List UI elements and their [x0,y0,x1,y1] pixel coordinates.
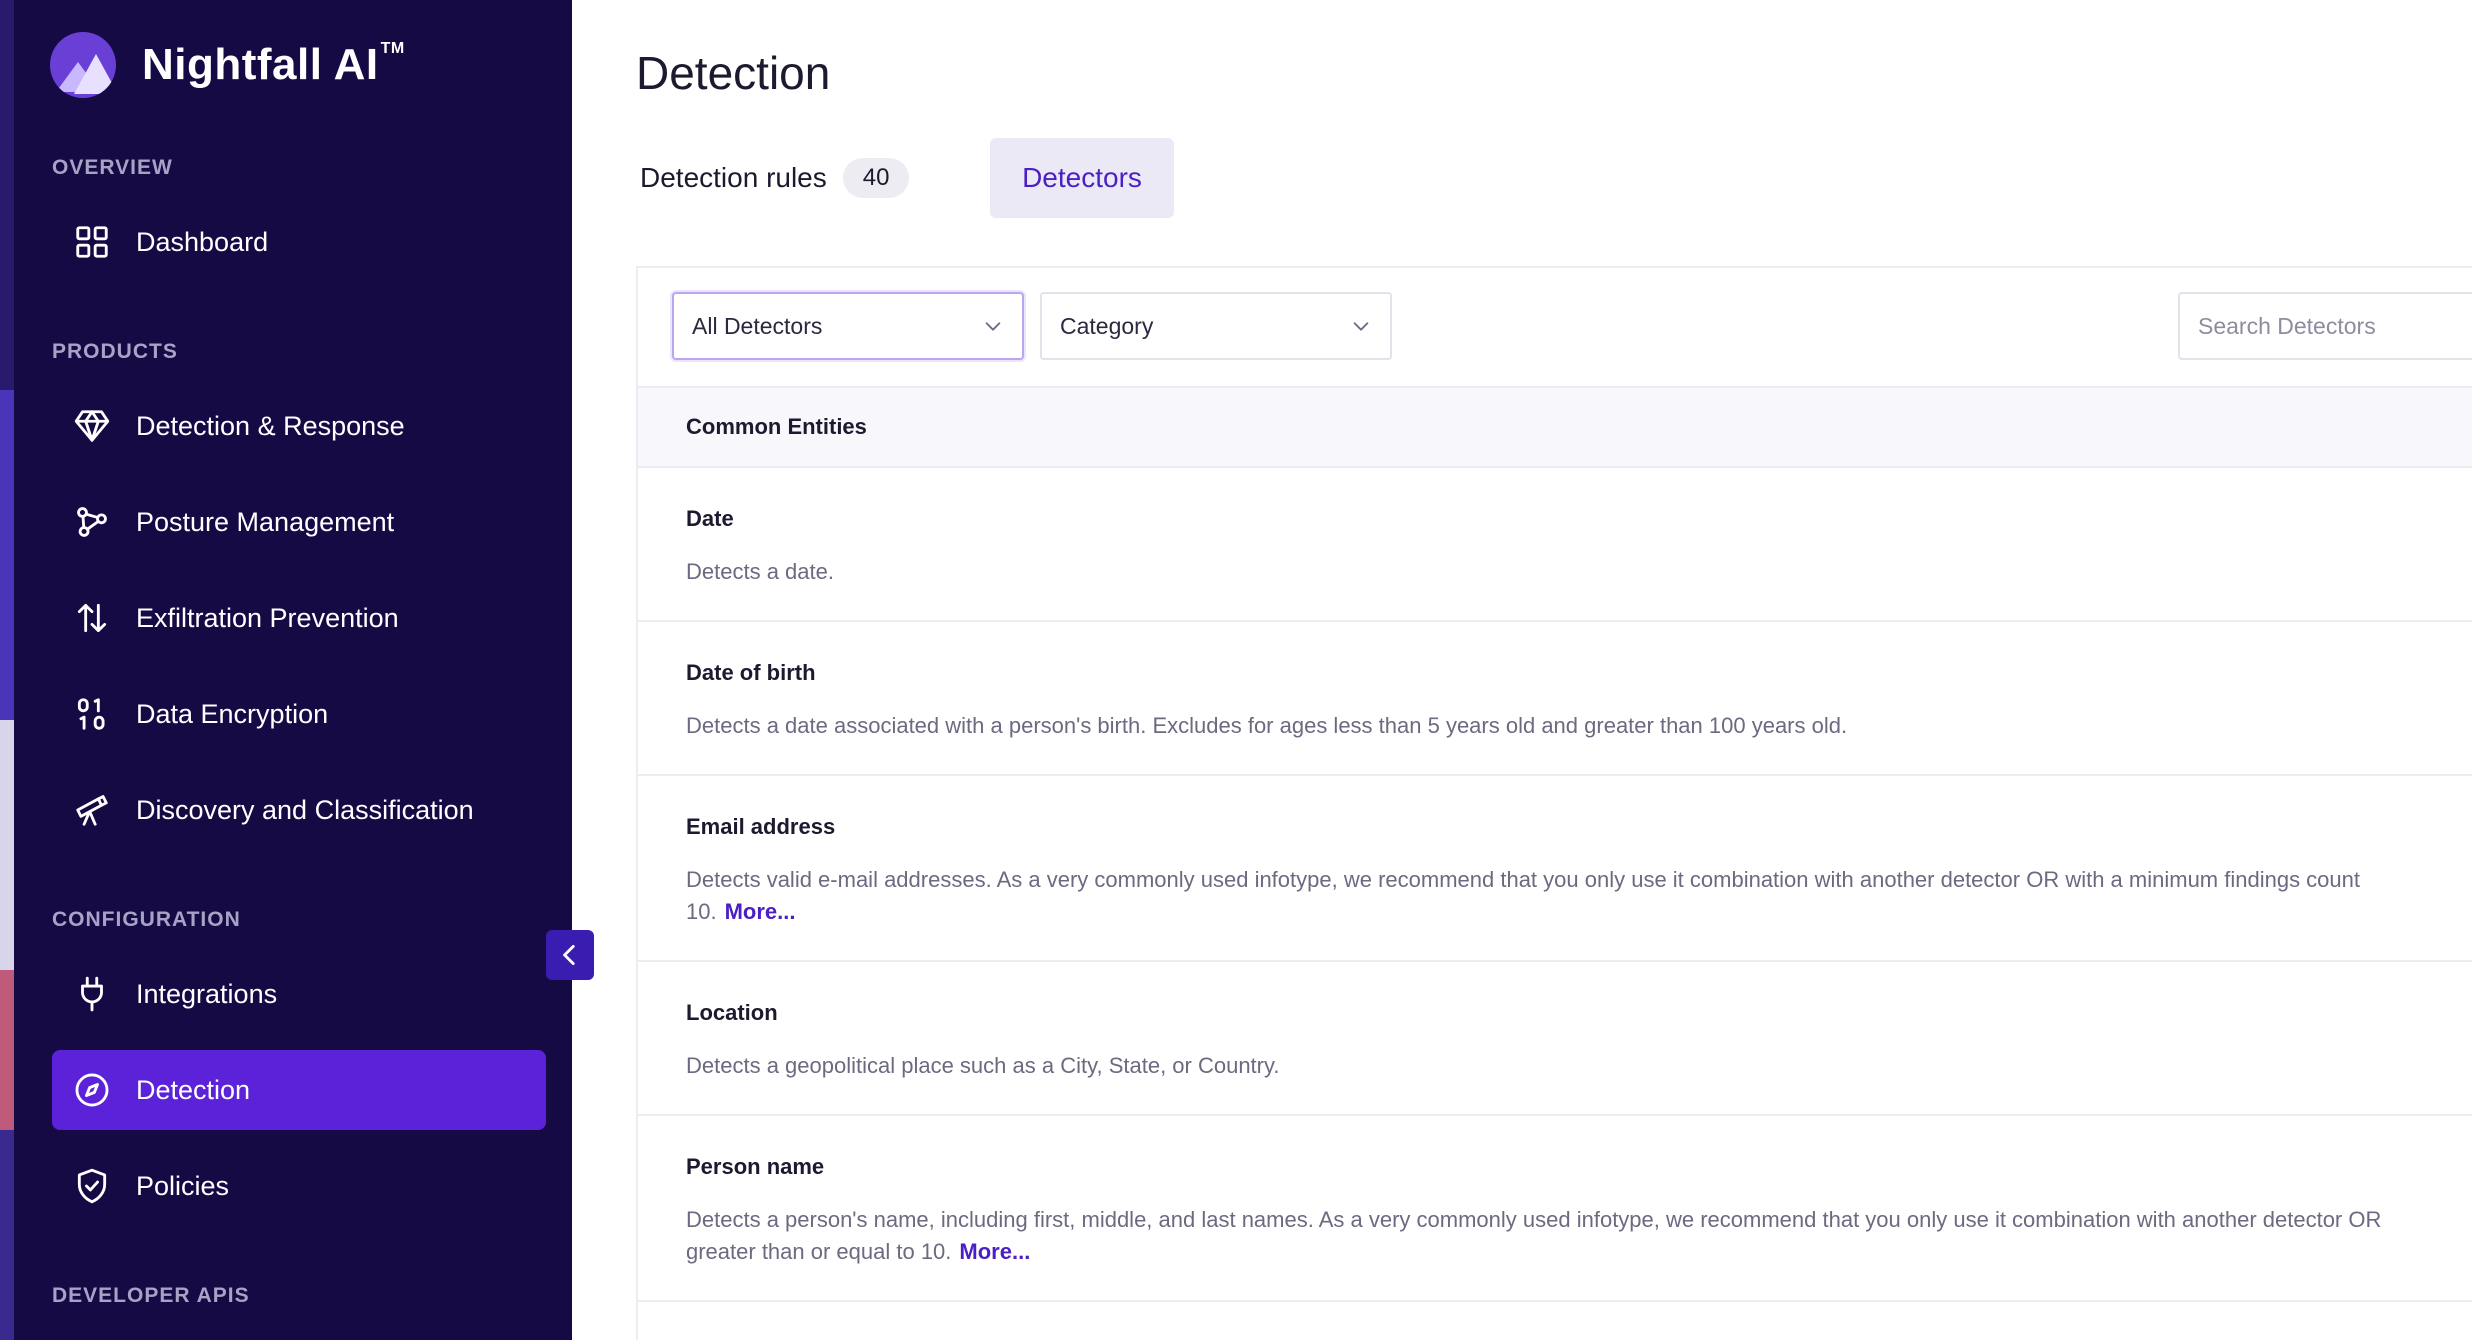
sidebar-item-label: Dashboard [136,226,269,257]
search-detectors-input[interactable] [2198,312,2472,340]
detector-description: Detects a date. [686,559,834,584]
sidebar-item-dashboard[interactable]: Dashboard [52,202,546,282]
background-window-edge [0,0,14,1340]
sidebar-item-label: Discovery and Classification [136,794,474,825]
sidebar: Nightfall AI TM OVERVIEW Dashboard PRODUC… [14,0,572,1340]
description-line: 10. [686,899,717,924]
sidebar-item-posture-management[interactable]: Posture Management [52,482,546,562]
description-line: Detects a person's name, including first… [686,1207,2382,1232]
detectors-panel: All Detectors Category Common Entities D… [636,266,2472,1340]
filter-bar: All Detectors Category [638,268,2472,386]
description-line: greater than or equal to 10. [686,1239,952,1264]
sidebar-item-label: Exfiltration Prevention [136,602,399,633]
more-link[interactable]: More... [959,1239,1030,1264]
tab-detection-rules[interactable]: Detection rules 40 [636,138,913,218]
detector-row-person-name[interactable]: Person name Detects a person's name, inc… [638,1116,2472,1302]
sidebar-item-label: Data Encryption [136,698,329,729]
chevron-down-icon [985,322,1001,331]
detector-row-date[interactable]: Date Detects a date. [638,468,2472,622]
search-box [2178,292,2472,360]
sidebar-item-policies[interactable]: Policies [52,1146,546,1226]
all-detectors-select[interactable]: All Detectors [672,292,1024,360]
detector-name: Date [686,506,734,531]
sidebar-item-label: Policies [136,1170,230,1201]
tab-label: Detectors [1022,162,1142,193]
detector-description: Detects a date associated with a person'… [686,713,1848,738]
tab-label: Detection rules [640,162,827,193]
detector-description: Detects a person's name, including first… [686,1204,2472,1268]
diamond-icon [72,406,112,446]
section-configuration: CONFIGURATION [52,908,241,931]
nightfall-logo-icon [50,32,116,98]
detector-name: Date of birth [686,660,816,685]
detector-name: Email address [686,814,836,839]
compass-icon [72,1070,112,1110]
sidebar-item-integrations[interactable]: Integrations [52,954,546,1034]
section-overview: OVERVIEW [52,156,173,179]
group-header-common-entities: Common Entities [638,386,2472,468]
detector-row-location[interactable]: Location Detects a geopolitical place su… [638,962,2472,1116]
nodes-icon [72,502,112,542]
chevron-left-icon [563,944,575,966]
sidebar-item-label: Posture Management [136,506,395,537]
sidebar-item-discovery-classification[interactable]: Discovery and Classification [52,770,546,850]
detector-description: Detects a geopolitical place such as a C… [686,1053,1280,1078]
chevron-down-icon [1353,322,1369,331]
grid-icon [72,222,112,262]
sidebar-item-detection[interactable]: Detection [52,1050,546,1130]
sidebar-item-label: Detection & Response [136,410,405,441]
section-products: PRODUCTS [52,340,178,363]
description-line: Detects valid e-mail addresses. As a ver… [686,867,2360,892]
sidebar-item-data-encryption[interactable]: Data Encryption [52,674,546,754]
count-badge: 40 [842,158,910,198]
brand-name: Nightfall AI TM [142,40,405,89]
select-value: All Detectors [692,312,823,339]
arrows-updown-icon [72,598,112,638]
section-developer-apis: DEVELOPER APIS [52,1284,250,1307]
select-value: Category [1060,312,1154,339]
detector-name: Person name [686,1154,825,1179]
collapse-sidebar-button[interactable] [546,930,594,980]
detector-row-email-address[interactable]: Email address Detects valid e-mail addre… [638,776,2472,962]
shield-check-icon [72,1166,112,1206]
plug-icon [72,974,112,1014]
detector-description: Detects valid e-mail addresses. As a ver… [686,864,2472,928]
sidebar-item-exfiltration-prevention[interactable]: Exfiltration Prevention [52,578,546,658]
sidebar-item-label: Integrations [136,978,278,1009]
main-content: Detection Detection rules 40 Detectors A… [572,0,2472,1340]
category-select[interactable]: Category [1040,292,1392,360]
telescope-icon [72,790,112,830]
binary-icon [72,694,112,734]
detector-row-date-of-birth[interactable]: Date of birth Detects a date associated … [638,622,2472,776]
sidebar-item-label: Detection [136,1074,251,1105]
detector-name: Location [686,1000,778,1025]
page-title: Detection [636,47,831,99]
tab-detectors[interactable]: Detectors [990,138,1174,218]
sidebar-item-detection-response[interactable]: Detection & Response [52,386,546,466]
more-link[interactable]: More... [725,899,796,924]
brand[interactable]: Nightfall AI TM [50,32,405,98]
